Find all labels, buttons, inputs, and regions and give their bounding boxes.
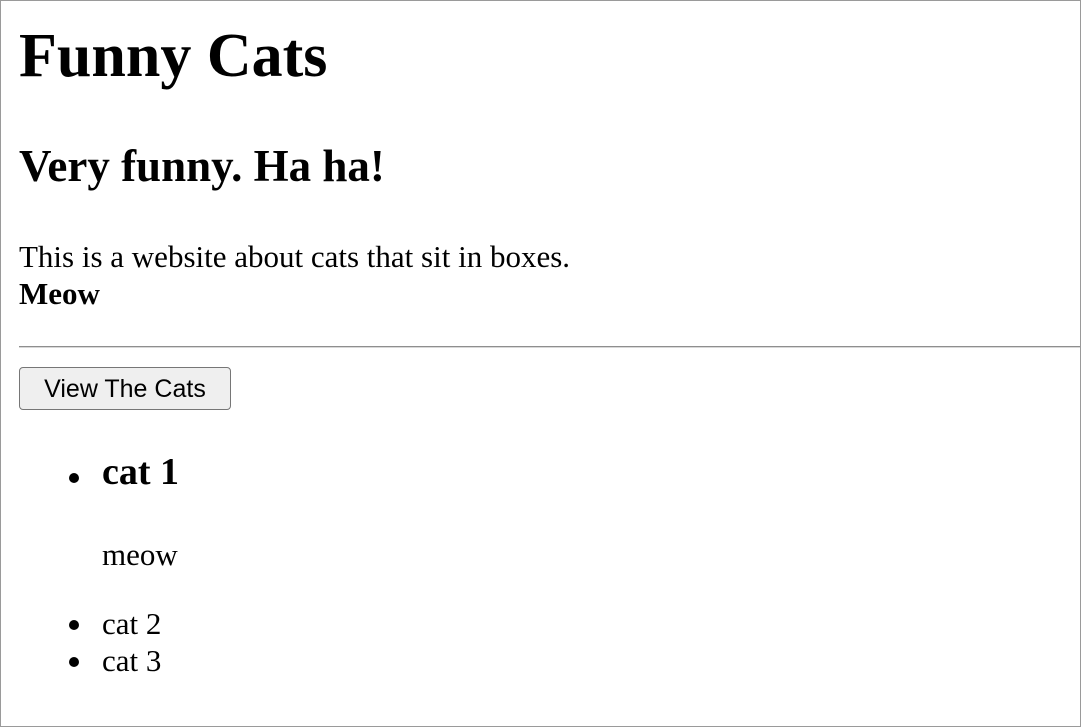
page-subtitle: Very funny. Ha ha! xyxy=(19,141,385,191)
bullet-icon xyxy=(69,657,79,667)
bullet-icon xyxy=(69,473,79,483)
horizontal-divider xyxy=(19,346,1080,348)
intro-paragraph: This is a website about cats that sit in… xyxy=(19,238,570,312)
list-item: cat 1 meow xyxy=(19,449,179,605)
cat-description: meow xyxy=(102,537,178,572)
view-cats-button[interactable]: View The Cats xyxy=(19,367,231,410)
intro-text: This is a website about cats that sit in… xyxy=(19,239,571,274)
list-item: cat 2 xyxy=(19,605,161,642)
cat-list: cat 1 meow cat 2 cat 3 xyxy=(19,449,179,679)
intro-emphasis: Meow xyxy=(19,276,100,311)
cat-name: cat 3 xyxy=(102,643,162,678)
list-item: cat 3 xyxy=(19,642,161,679)
bullet-icon xyxy=(69,620,79,630)
page-title: Funny Cats xyxy=(19,22,328,90)
cat-name: cat 2 xyxy=(102,606,162,641)
page: Funny Cats Very funny. Ha ha! This is a … xyxy=(19,1,1080,726)
cat-name: cat 1 xyxy=(102,451,180,493)
